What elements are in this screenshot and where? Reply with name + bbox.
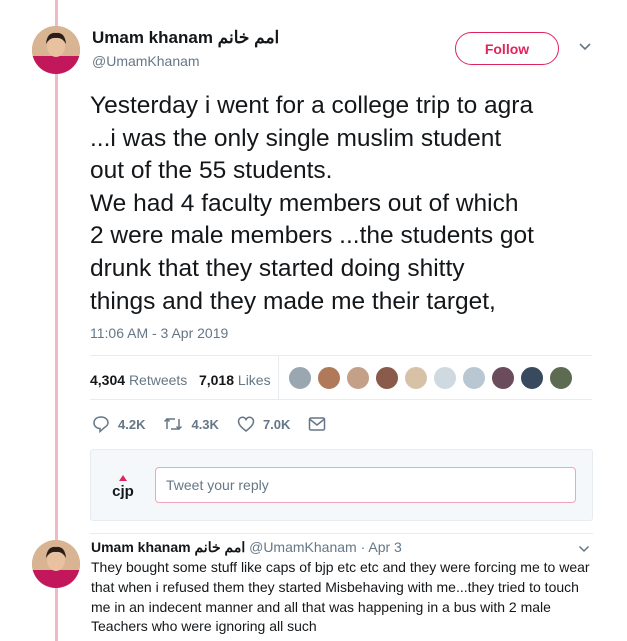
liker-avatar[interactable] [346, 366, 370, 390]
retweet-count: 4.3K [191, 416, 219, 432]
like-action[interactable]: 7.0K [237, 415, 290, 433]
liker-avatar[interactable] [462, 366, 486, 390]
caret-down-icon[interactable] [578, 543, 590, 555]
caret-down-icon[interactable] [578, 40, 592, 54]
liker-avatar[interactable] [549, 366, 573, 390]
tweet-text-line: We had 4 faculty members out of which [90, 189, 519, 217]
liker-avatar[interactable] [288, 366, 312, 390]
author-handle[interactable]: @UmamKhanam [92, 53, 200, 69]
reply-action[interactable]: 4.2K [92, 415, 145, 433]
message-action[interactable] [308, 416, 334, 432]
likes-label[interactable]: Likes [238, 372, 271, 388]
reply-meta[interactable]: @UmamKhanam · Apr 3 [249, 539, 402, 555]
retweet-action[interactable]: 4.3K [163, 415, 219, 433]
retweets-label[interactable]: Retweets [129, 372, 187, 388]
liker-avatar[interactable] [433, 366, 457, 390]
svg-text:cjp: cjp [112, 483, 134, 500]
tweet-timestamp[interactable]: 11:06 AM - 3 Apr 2019 [90, 325, 228, 341]
follow-button[interactable]: Follow [455, 32, 559, 65]
reply-text-line: Teachers who were ignoring all such [91, 618, 317, 635]
tweet-text-line: things and they made me their target, [90, 287, 496, 315]
tweet-text-line: drunk that they started doing shitty [90, 254, 465, 282]
reply-text-line: that when i refused them they started Mi… [91, 578, 579, 595]
message-icon [309, 417, 326, 431]
liker-avatars [288, 366, 578, 390]
tweet-text-line: out of the 55 students. [90, 157, 333, 185]
stats-separator [278, 356, 279, 399]
retweets-count[interactable]: 4,304 [90, 372, 125, 388]
action-bar: 4.2K 4.3K 7.0K [92, 415, 352, 433]
reply-text-line: They bought some stuff like caps of bjp … [91, 559, 590, 575]
divider [90, 533, 593, 534]
reply-icon [93, 416, 109, 433]
liker-avatar[interactable] [317, 366, 341, 390]
retweet-icon [164, 417, 183, 431]
reply-count: 4.2K [118, 416, 146, 432]
liker-avatar[interactable] [491, 366, 515, 390]
heart-icon [237, 416, 255, 432]
tweet-text-line: Yesterday i went for a college trip to a… [90, 92, 534, 119]
tweet-stats: 4,304 Retweets 7,018 Likes [90, 372, 271, 388]
tweet-text-line: ...i was the only single muslim student [90, 124, 502, 152]
liker-avatar[interactable] [375, 366, 399, 390]
cjp-logo-icon: cjp [108, 474, 138, 500]
reply-author-name[interactable]: Umam khanam امم خانم [91, 539, 245, 555]
divider [90, 355, 592, 356]
reply-text-line: me in an indecent manner and all that wa… [91, 598, 551, 615]
author-name[interactable]: Umam khanam امم خانم [92, 28, 279, 48]
tweet-text: Yesterday i went for a college trip to a… [90, 90, 605, 318]
reply-text: They bought some stuff like caps of bjp … [91, 558, 601, 637]
like-count: 7.0K [262, 416, 291, 432]
author-avatar[interactable] [32, 26, 80, 74]
reply-author-avatar[interactable] [32, 540, 80, 588]
divider [90, 399, 592, 400]
liker-avatar[interactable] [404, 366, 428, 390]
reply-input[interactable]: Tweet your reply [155, 467, 576, 503]
reply-header: Umam khanam امم خانم @UmamKhanam · Apr 3 [91, 539, 402, 556]
likes-count[interactable]: 7,018 [199, 372, 234, 388]
tweet-text-line: 2 were male members ...the students got [90, 222, 534, 250]
liker-avatar[interactable] [520, 366, 544, 390]
